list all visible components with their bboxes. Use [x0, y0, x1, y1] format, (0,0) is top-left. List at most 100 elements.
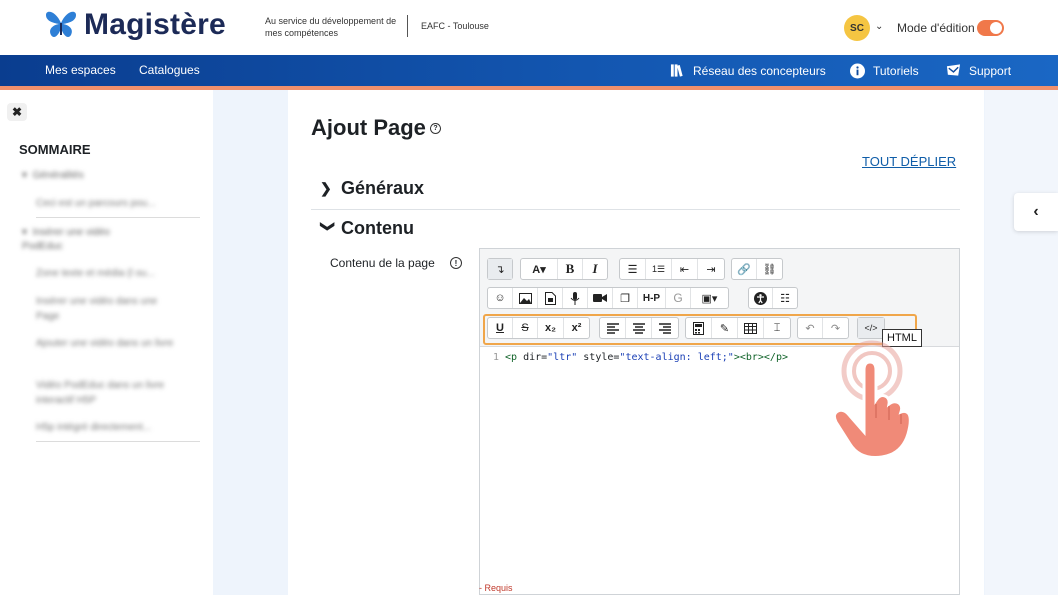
outdent-button[interactable]: ⇤ — [672, 259, 698, 279]
toc-item[interactable]: Ceci est un parcours pou... — [36, 196, 181, 211]
code-tag: <p — [505, 352, 518, 363]
accessibility-button[interactable] — [749, 288, 773, 308]
code-tag: ><br></p> — [733, 352, 788, 363]
italic-button[interactable]: I — [583, 259, 607, 279]
code-value: "ltr" — [547, 352, 578, 363]
number-list-icon: 1☰ — [651, 263, 666, 274]
nav-mes-espaces[interactable]: Mes espaces — [45, 63, 116, 77]
unlink-button[interactable]: ⛓ — [757, 259, 782, 279]
right-background — [985, 90, 1058, 595]
outdent-icon: ⇤ — [679, 263, 690, 276]
unordered-list-button[interactable]: ☰ — [620, 259, 646, 279]
document-icon — [544, 291, 556, 305]
toolbar-group-lists: ☰ 1☰ ⇤ ⇥ — [619, 258, 725, 280]
record-video-button[interactable] — [588, 288, 613, 308]
nav-label: Tutoriels — [873, 63, 919, 78]
smiley-icon: ☺ — [494, 292, 506, 304]
drawer-title: SOMMAIRE — [19, 142, 91, 157]
toc-divider — [36, 217, 200, 218]
main-navbar: Mes espaces Catalogues Réseau des concep… — [0, 55, 1058, 86]
media-dropdown-button[interactable]: ▣▾ — [691, 288, 728, 308]
image-button[interactable] — [513, 288, 538, 308]
media-button[interactable] — [538, 288, 563, 308]
toc-divider — [36, 441, 200, 442]
top-header: Magistère Au service du développement de… — [0, 0, 1058, 55]
toolbar-group-collapse: ↴ — [487, 258, 513, 280]
google-button[interactable]: G — [666, 288, 691, 308]
line-number: 1 — [492, 352, 499, 363]
code-attr: dir= — [517, 352, 548, 363]
brand-name: Magistère — [84, 8, 226, 41]
edit-mode-toggle[interactable] — [977, 20, 1004, 36]
nav-support[interactable]: Support — [946, 63, 1011, 78]
toc-item[interactable]: Ajouter une vidéo dans un livre — [36, 336, 181, 351]
brand-logo[interactable]: Magistère — [44, 8, 226, 42]
toolbar-group-media: ☺ ❐ H-P G ▣▾ — [487, 287, 729, 309]
record-audio-button[interactable] — [563, 288, 588, 308]
link-icon: 🔗 — [737, 263, 751, 276]
paragraph-style-button[interactable]: A▾ — [521, 259, 558, 279]
copy-icon: ❐ — [620, 292, 630, 305]
nav-reseau-concepteurs[interactable]: Réseau des concepteurs — [670, 63, 826, 78]
emoji-button[interactable]: ☺ — [488, 288, 513, 308]
organization-name: EAFC - Toulouse — [421, 21, 489, 31]
required-note: - Requis — [479, 583, 513, 593]
nav-label: Réseau des concepteurs — [693, 63, 826, 78]
bold-button[interactable]: B — [558, 259, 583, 279]
link-button[interactable]: 🔗 — [732, 259, 757, 279]
toolbar-group-links: 🔗 ⛓ — [731, 258, 783, 280]
expand-all-link[interactable]: TOUT DÉPLIER — [862, 154, 956, 169]
accessibility-icon — [754, 291, 767, 305]
open-block-drawer-button[interactable]: ‹ — [1014, 193, 1058, 231]
code-attr: style= — [577, 352, 620, 363]
collapse-button[interactable]: ↴ — [488, 259, 512, 279]
play-box-icon: ▣▾ — [701, 292, 718, 305]
toolbar-group-style: A▾ B I — [520, 258, 608, 280]
ordered-list-button[interactable]: 1☰ — [646, 259, 672, 279]
toc-section[interactable]: ▾ Généralités — [22, 170, 84, 181]
nav-catalogues[interactable]: Catalogues — [139, 63, 200, 77]
h5p-button[interactable]: H-P — [638, 288, 666, 308]
edit-mode-label: Mode d'édition — [897, 21, 975, 35]
bullet-list-icon: ☰ — [627, 263, 638, 276]
code-value: "text-align: left;" — [619, 352, 734, 363]
indent-button[interactable]: ⇥ — [698, 259, 724, 279]
tap-hand-icon — [832, 340, 912, 459]
screenreader-button[interactable]: ☷ — [773, 288, 797, 308]
html-source-code[interactable]: <p dir="ltr" style="text-align: left;"><… — [505, 352, 788, 363]
manage-files-button[interactable]: ❐ — [613, 288, 638, 308]
nav-tutoriels[interactable]: Tutoriels — [850, 63, 919, 78]
help-icon[interactable]: ? — [430, 123, 441, 134]
chevron-down-icon: ❯ — [320, 220, 337, 233]
page-title: Ajout Page — [311, 115, 426, 140]
dots-grid-icon: ☷ — [780, 292, 790, 305]
toc-item[interactable]: H5p intégré directement... — [36, 420, 181, 435]
user-avatar[interactable]: SC — [844, 15, 870, 41]
close-icon[interactable]: ✖ — [7, 103, 27, 121]
chevron-right-icon: ❯ — [320, 180, 332, 196]
header-divider — [407, 15, 408, 37]
field-label: Contenu de la page — [330, 256, 435, 270]
chevron-down-icon[interactable]: ⌄ — [875, 21, 883, 32]
indent-icon: ⇥ — [706, 263, 716, 276]
section-divider — [311, 209, 960, 210]
section-label: Contenu — [341, 218, 414, 238]
toc-section[interactable]: ▾ Insérer une vidéo PodEduc — [22, 226, 142, 254]
tagline: Au service du développement de mes compé… — [265, 16, 397, 38]
mail-icon — [946, 63, 961, 78]
unlink-icon: ⛓ — [762, 263, 777, 276]
section-contenu[interactable]: ❯ Contenu — [320, 218, 414, 239]
nav-label: Support — [969, 63, 1012, 78]
chevron-left-icon: ‹ — [1033, 203, 1039, 220]
toc-item[interactable]: Insérer une vidéo dans une Page — [36, 294, 181, 324]
section-generaux[interactable]: ❯ Généraux — [320, 178, 424, 199]
toolbar-group-access: ☷ — [748, 287, 798, 309]
info-icon[interactable]: ! — [450, 257, 462, 269]
info-icon — [850, 63, 865, 78]
toc-item[interactable]: Vidéo PodEduc dans un livre interactif H… — [36, 378, 181, 408]
video-camera-icon — [593, 294, 607, 302]
butterfly-icon — [46, 11, 76, 38]
toc-item[interactable]: Zone texte et média (l ou... — [36, 266, 181, 281]
section-label: Généraux — [341, 178, 425, 198]
microphone-icon — [570, 291, 580, 305]
